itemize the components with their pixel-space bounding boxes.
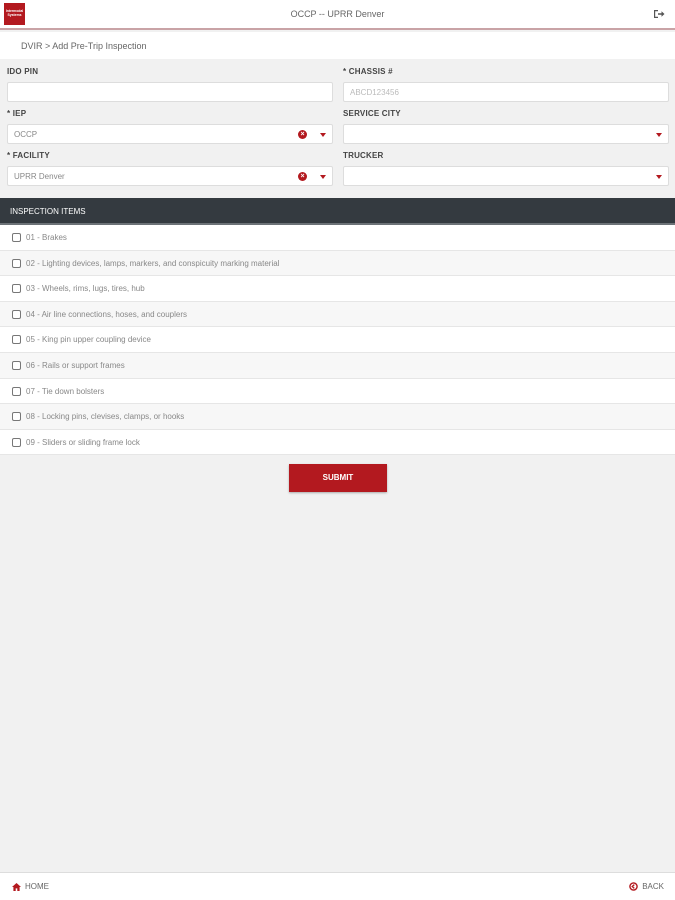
inspection-item-label: 06 - Rails or support frames (26, 360, 125, 370)
inspection-item[interactable]: 06 - Rails or support frames (0, 352, 675, 379)
inspection-item-label: 03 - Wheels, rims, lugs, tires, hub (26, 284, 145, 294)
home-label: HOME (25, 882, 49, 891)
trucker-label: TRUCKER (343, 151, 384, 160)
breadcrumb: DVIR > Add Pre-Trip Inspection (21, 41, 147, 51)
chassis-placeholder: ABCD123456 (350, 88, 399, 97)
app-title: OCCP -- UPRR Denver (290, 9, 385, 19)
checkbox[interactable] (12, 284, 21, 294)
facility-value: UPRR Denver (14, 172, 65, 181)
inspection-item[interactable]: 01 - Brakes (0, 225, 675, 251)
iep-label: * IEP (7, 109, 27, 118)
chassis-label: * CHASSIS # (343, 67, 393, 76)
checkbox[interactable] (12, 386, 21, 396)
checkbox[interactable] (12, 233, 21, 242)
iep-select[interactable]: OCCP × (7, 124, 333, 144)
app-header: Intermodal Systems OCCP -- UPRR Denver (0, 0, 675, 30)
back-icon (629, 882, 639, 892)
service-city-select[interactable] (343, 124, 669, 144)
chassis-input[interactable]: ABCD123456 (343, 82, 669, 102)
back-link[interactable]: BACK (629, 882, 664, 892)
inspection-item-label: 07 - Tie down bolsters (26, 386, 105, 396)
trucker-select[interactable] (343, 166, 669, 186)
inspection-item-label: 09 - Sliders or sliding frame lock (26, 437, 140, 447)
iep-value: OCCP (14, 130, 38, 139)
inspection-item-label: 08 - Locking pins, clevises, clamps, or … (26, 412, 185, 422)
inspection-item[interactable]: 08 - Locking pins, clevises, clamps, or … (0, 404, 675, 430)
inspection-item-label: 04 - Air line connections, hoses, and co… (26, 309, 187, 319)
inspection-item[interactable]: 07 - Tie down bolsters (0, 378, 675, 405)
inspection-item-label: 01 - Brakes (26, 233, 67, 242)
inspection-item[interactable]: 05 - King pin upper coupling device (0, 327, 675, 353)
home-link[interactable]: HOME (12, 882, 49, 891)
service-city-label: SERVICE CITY (343, 109, 401, 118)
inspection-item-label: 05 - King pin upper coupling device (26, 335, 151, 345)
back-label: BACK (642, 882, 664, 891)
facility-select[interactable]: UPRR Denver × (7, 166, 333, 186)
inspection-items-list: 01 - Brakes 02 - Lighting devices, lamps… (0, 225, 675, 456)
inspection-item[interactable]: 03 - Wheels, rims, lugs, tires, hub (0, 276, 675, 302)
chevron-down-icon[interactable] (320, 175, 326, 179)
inspection-item-label: 02 - Lighting devices, lamps, markers, a… (26, 258, 280, 268)
submit-button[interactable]: SUBMIT (289, 464, 387, 492)
checkbox[interactable] (12, 309, 21, 319)
facility-label: * FACILITY (7, 151, 50, 160)
chevron-down-icon[interactable] (656, 133, 662, 137)
home-icon (12, 882, 21, 891)
ido-pin-input[interactable] (7, 82, 333, 102)
inspection-item[interactable]: 04 - Air line connections, hoses, and co… (0, 301, 675, 328)
checkbox[interactable] (12, 412, 21, 422)
checkbox[interactable] (12, 437, 21, 447)
clear-icon[interactable]: × (298, 172, 307, 181)
checkbox[interactable] (12, 360, 21, 370)
bottom-nav: HOME BACK (0, 872, 675, 900)
checkbox[interactable] (12, 335, 21, 345)
clear-icon[interactable]: × (298, 130, 307, 139)
checkbox[interactable] (12, 258, 21, 268)
logout-icon[interactable] (653, 8, 665, 20)
inspection-item[interactable]: 09 - Sliders or sliding frame lock (0, 429, 675, 456)
inspection-items-header: INSPECTION ITEMS (0, 198, 675, 225)
ido-pin-label: IDO PIN (7, 67, 39, 76)
chevron-down-icon[interactable] (320, 133, 326, 137)
chevron-down-icon[interactable] (656, 175, 662, 179)
inspection-item[interactable]: 02 - Lighting devices, lamps, markers, a… (0, 250, 675, 277)
breadcrumb-bar: DVIR > Add Pre-Trip Inspection (0, 32, 675, 59)
